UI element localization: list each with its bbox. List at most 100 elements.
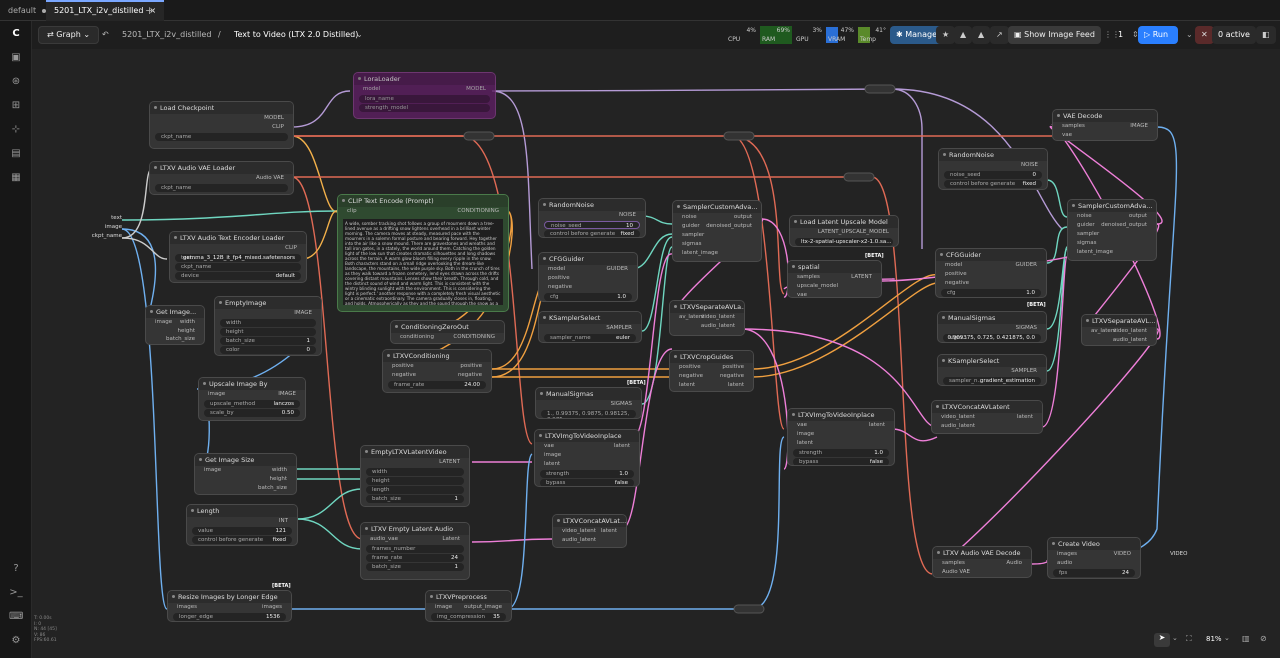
output-slot[interactable]: batch_size: [166, 336, 195, 342]
node-vae-decode[interactable]: VAE Decode samples IMAGE vae: [1052, 109, 1158, 141]
input-slot[interactable]: video_latent: [941, 414, 975, 420]
fit-view-icon[interactable]: ⛶: [1186, 634, 1192, 644]
logo-icon[interactable]: C: [9, 27, 23, 41]
widget[interactable]: control before generate fixed: [192, 536, 292, 544]
input-slot[interactable]: positive: [679, 364, 701, 370]
input-image[interactable]: image: [76, 223, 122, 232]
input-slot[interactable]: Audio VAE: [942, 569, 970, 575]
graph-mode-button[interactable]: ⇄ Graph ⌄: [38, 26, 100, 44]
node-concat-av-2[interactable]: LTXVConcatAVLatent video_latent latent au…: [931, 400, 1043, 434]
widget[interactable]: scale_by 0.50: [204, 409, 300, 417]
output-slot[interactable]: output: [734, 214, 752, 220]
output-slot[interactable]: IMAGE: [1130, 123, 1148, 129]
output-slot[interactable]: SIGMAS: [1016, 325, 1037, 331]
output-slot[interactable]: LATENT: [439, 459, 460, 465]
add-tab-icon[interactable]: +: [145, 4, 154, 17]
widget[interactable]: sampler_n... gradient_estimation: [943, 377, 1041, 385]
output-slot[interactable]: video_latent: [701, 314, 735, 320]
widget[interactable]: ckpt_name: [155, 184, 288, 192]
widget[interactable]: sampler_name euler: [544, 334, 636, 342]
widget[interactable]: batch_size 1: [366, 563, 464, 571]
chevron-down-icon[interactable]: ⌄: [1172, 634, 1178, 642]
terminal-icon[interactable]: >_: [9, 586, 23, 600]
output-slot[interactable]: latent: [728, 382, 744, 388]
output-slot[interactable]: GUIDER: [1016, 262, 1037, 268]
output-slot[interactable]: positive: [722, 364, 744, 370]
undo-icon[interactable]: ↶: [102, 30, 109, 39]
widget[interactable]: fps 24: [1053, 569, 1135, 577]
node-clip-text-encode[interactable]: CLIP Text Encode (Prompt) clip CONDITIONI…: [337, 194, 509, 312]
widget[interactable]: value 121: [192, 527, 292, 535]
output-slot[interactable]: Latent: [442, 536, 460, 542]
output-slot[interactable]: output_image: [464, 604, 502, 610]
output-slot[interactable]: NOISE: [1021, 162, 1038, 168]
widget[interactable]: device default: [175, 272, 301, 280]
graph-canvas[interactable]: text image ckpt_name Load Checkpoint MOD…: [32, 49, 1280, 658]
node-img-to-video-1[interactable]: LTXVImgToVideoInplace vae latent image la…: [534, 429, 640, 487]
widget[interactable]: cfg 1.0: [544, 293, 632, 301]
models-icon[interactable]: ⊛: [9, 75, 23, 89]
input-slot[interactable]: guider: [682, 223, 700, 229]
widget[interactable]: width: [220, 319, 316, 327]
output-slot[interactable]: CONDITIONING: [453, 334, 495, 340]
queue-icon[interactable]: ▦: [9, 171, 23, 185]
zoom-level[interactable]: 81%: [1206, 635, 1222, 643]
input-slot[interactable]: latent: [544, 461, 560, 467]
widget[interactable]: upscale_method lanczos: [204, 400, 300, 408]
node-audio-vae-loader[interactable]: LTXV Audio VAE Loader Audio VAE ckpt_nam…: [149, 161, 294, 195]
widget[interactable]: img_compression 35: [431, 613, 506, 621]
node-text-encoder-loader[interactable]: LTXV Audio Text Encoder Loader CLIP text…: [169, 231, 307, 283]
widget[interactable]: cfg 1.0: [941, 289, 1041, 297]
widget[interactable]: batch_size 1: [366, 495, 464, 503]
node-audio-vae-decode[interactable]: LTXV Audio VAE Decode samples Audio Audio…: [932, 546, 1032, 578]
node-img-to-video-2[interactable]: LTXVImgToVideoInplace vae latent image la…: [787, 408, 895, 466]
node-latent-upscale-model[interactable]: Load Latent Upscale Model LATENT_UPSCALE…: [789, 215, 899, 247]
output-slot[interactable]: latent: [869, 422, 885, 428]
input-text[interactable]: text: [76, 214, 122, 223]
input-slot[interactable]: images: [1057, 551, 1077, 557]
widget[interactable]: sigm... 0.909375, 0.725, 0.421875, 0.0: [943, 334, 1041, 342]
widget[interactable]: noise_seed 10: [544, 221, 640, 229]
input-slot[interactable]: noise: [682, 214, 697, 220]
input-slot[interactable]: negative: [392, 372, 416, 378]
star-icon[interactable]: ★: [936, 26, 956, 44]
chevron-down-icon[interactable]: ⌄: [356, 30, 363, 39]
widget[interactable]: bypass false: [793, 458, 889, 465]
alert-icon[interactable]: ▲: [954, 26, 973, 44]
prompt-textarea[interactable]: A wide, somber tracking shot follows a g…: [343, 219, 503, 305]
output-slot[interactable]: CLIP: [272, 124, 284, 130]
output-slot[interactable]: IMAGE: [278, 391, 296, 397]
node-length[interactable]: Length INT value 121 control before gener…: [186, 504, 298, 546]
input-slot[interactable]: video_latent: [562, 528, 596, 534]
output-slot[interactable]: width: [272, 467, 287, 473]
input-slot[interactable]: image: [544, 452, 561, 458]
input-slot[interactable]: conditioning: [400, 334, 434, 340]
reroute-node[interactable]: [733, 604, 765, 614]
output-slot[interactable]: output: [1129, 213, 1147, 219]
output-slot[interactable]: latent: [614, 443, 630, 449]
output-slot[interactable]: height: [177, 328, 195, 334]
widget[interactable]: batch_size 1: [220, 337, 316, 345]
output-slot[interactable]: GUIDER: [607, 266, 628, 272]
input-slot[interactable]: latent: [797, 440, 813, 446]
widget[interactable]: color 0: [220, 346, 316, 354]
input-slot[interactable]: upscale_model: [797, 283, 838, 289]
widget[interactable]: lora_name: [359, 95, 490, 103]
help-icon[interactable]: ?: [9, 562, 23, 576]
node-cfg-guider-1[interactable]: CFGGuider model GUIDER positive negative …: [538, 252, 638, 302]
output-slot[interactable]: positive: [460, 363, 482, 369]
panel-toggle-icon[interactable]: ◧: [1256, 26, 1276, 44]
output-slot[interactable]: Audio: [1006, 560, 1022, 566]
reroute-node[interactable]: [843, 172, 875, 182]
node-ksampler-select-2[interactable]: KSamplerSelect SAMPLER sampler_n... gradi…: [937, 354, 1047, 386]
input-slot[interactable]: audio_latent: [941, 423, 975, 429]
node-random-noise-1[interactable]: RandomNoise NOISE noise_seed 10 control b…: [538, 198, 646, 238]
node-separate-av-1[interactable]: LTXVSeparateAVLa... av_latent video_laten…: [669, 300, 745, 336]
cancel-icon[interactable]: ✕: [1195, 26, 1214, 44]
widget[interactable]: length: [366, 486, 464, 494]
input-slot[interactable]: model: [548, 266, 565, 272]
node-resize-longer-edge[interactable]: Resize Images by Longer Edge images image…: [167, 590, 292, 622]
node-empty-image[interactable]: EmptyImage IMAGE width height batch_size…: [214, 296, 322, 356]
output-slot[interactable]: VIDEO: [1114, 551, 1131, 557]
pointer-icon[interactable]: ➤: [1154, 633, 1170, 647]
